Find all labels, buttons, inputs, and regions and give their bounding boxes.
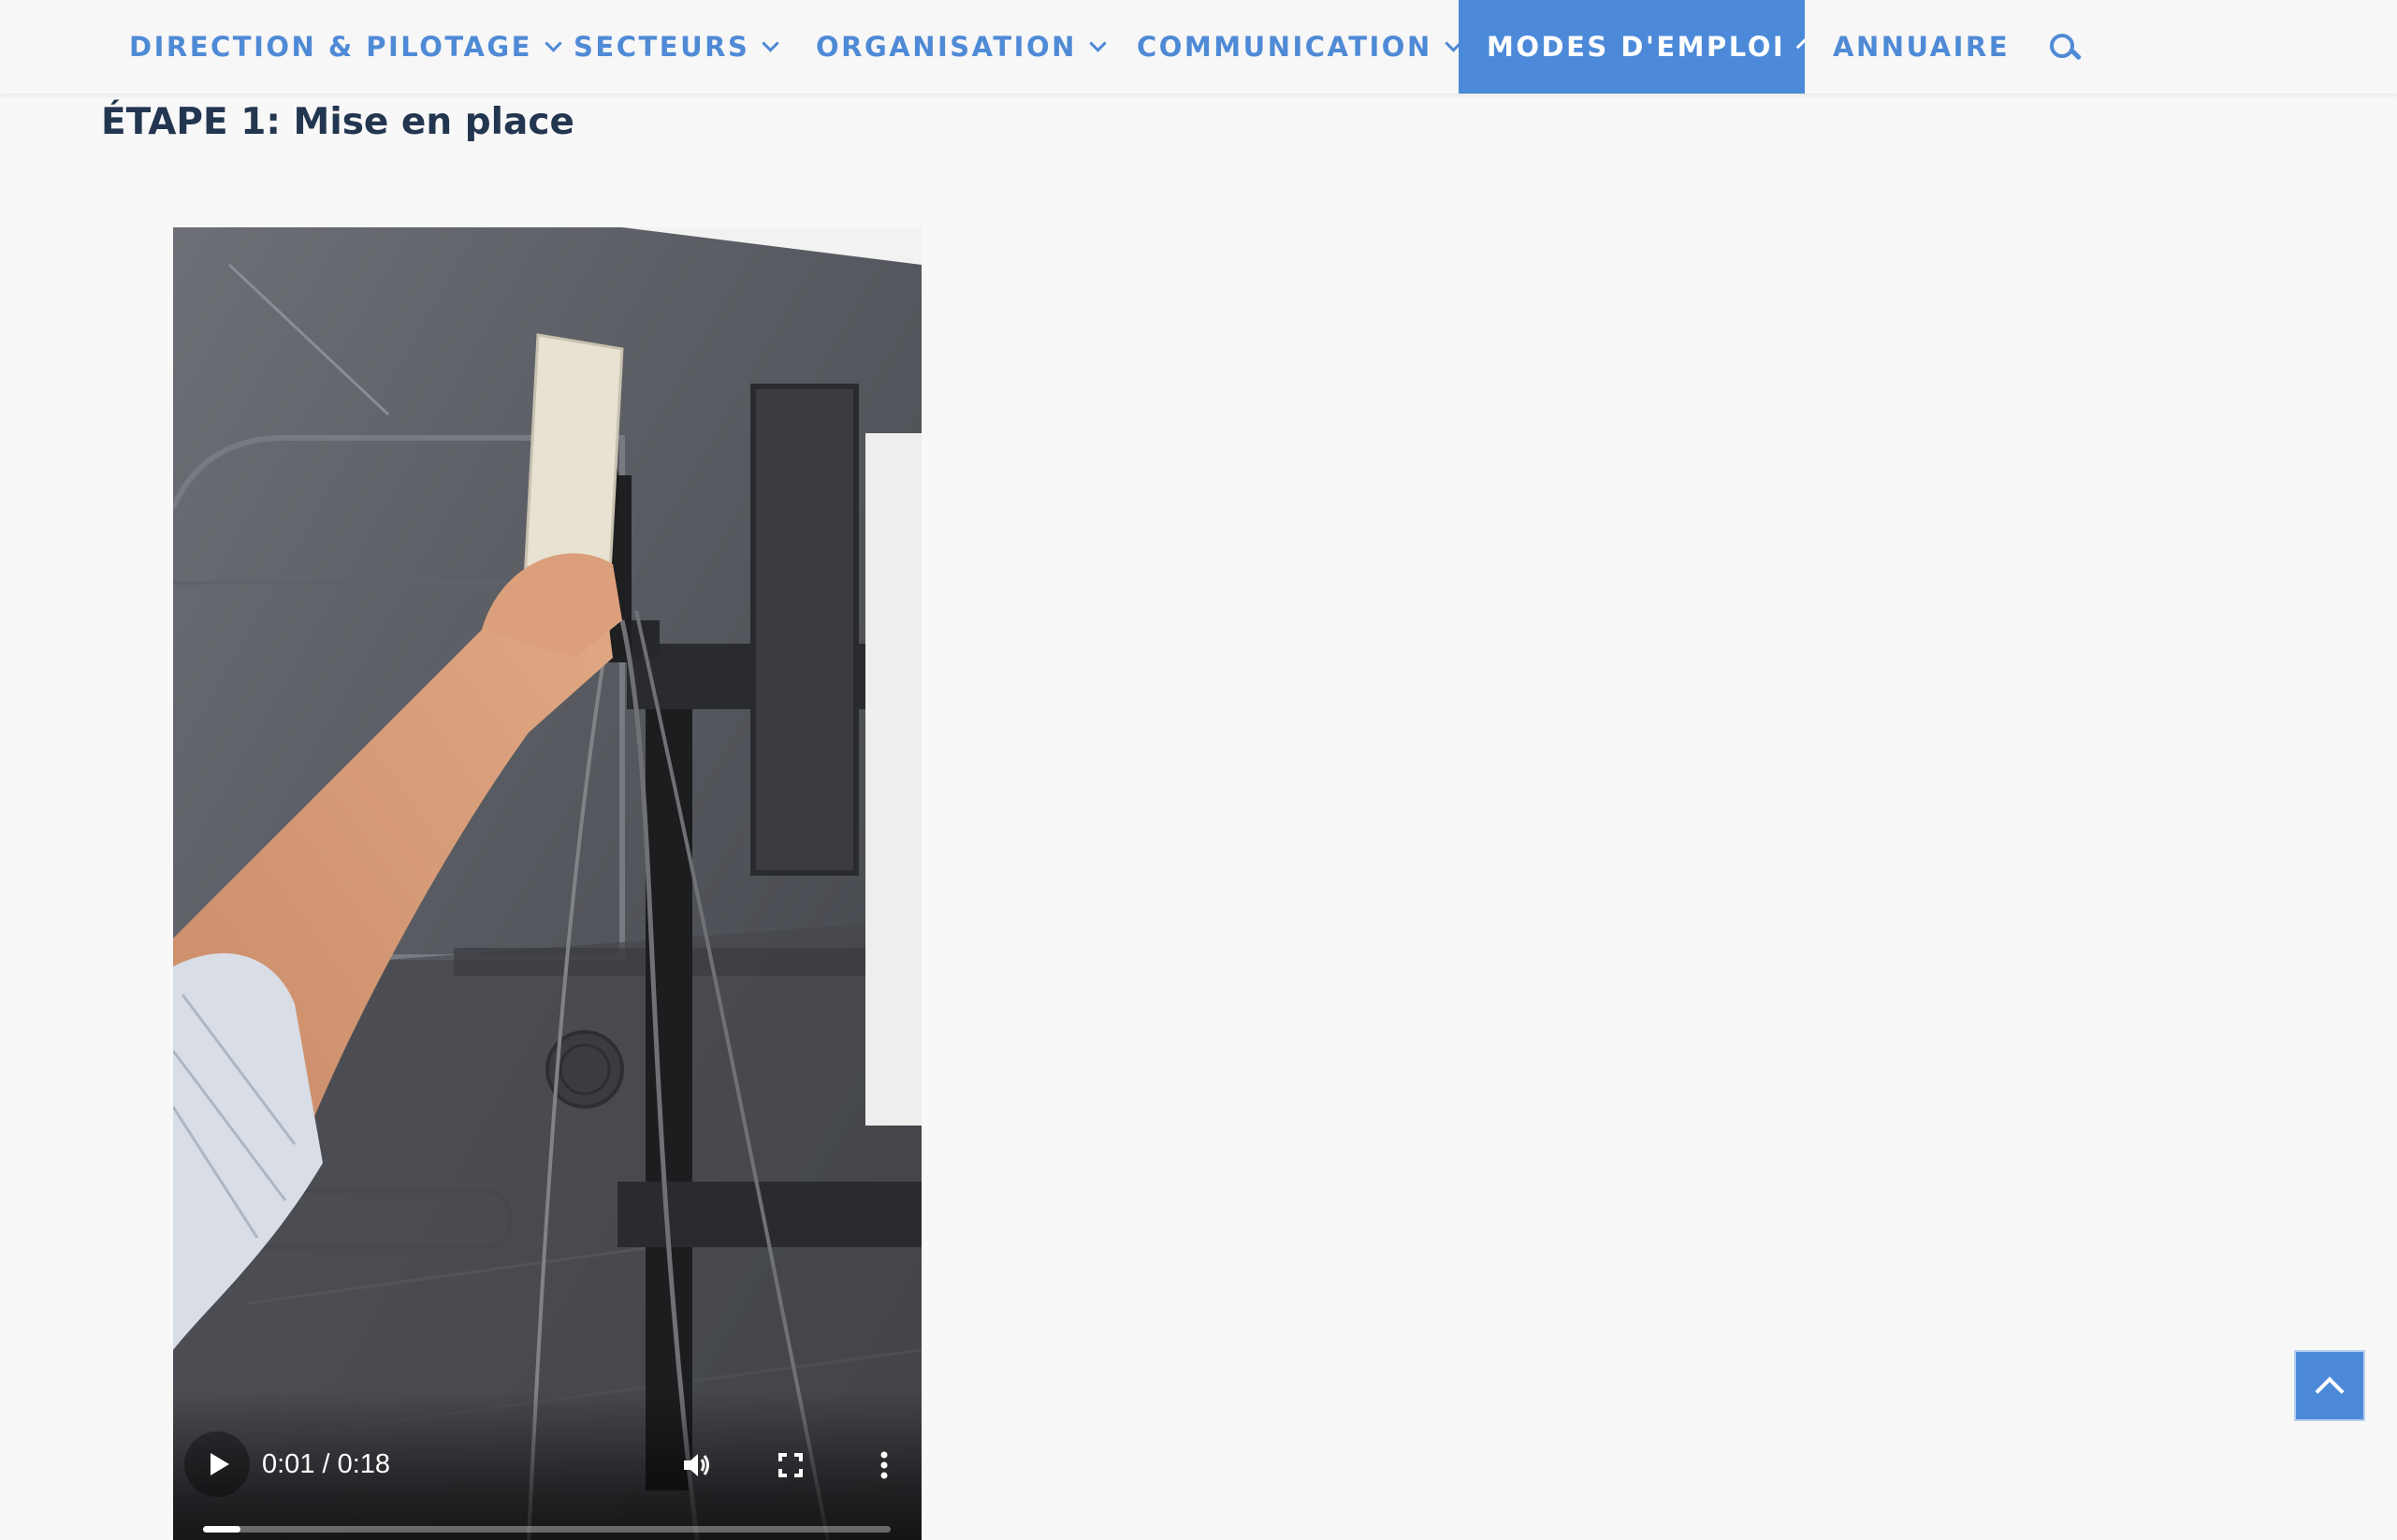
video-time-display: 0:01 / 0:18 [262, 1449, 391, 1479]
nav-item-label: COMMUNICATION [1137, 31, 1432, 63]
search-button[interactable] [2045, 0, 2083, 94]
chevron-down-icon [762, 34, 780, 52]
video-progress-fill [203, 1526, 241, 1533]
main-navigation: DIRECTION & PILOTAGE SECTEURS ORGANISATI… [0, 0, 2397, 94]
video-controls: 0:01 / 0:18 [173, 1390, 922, 1540]
chevron-down-icon [1089, 34, 1107, 52]
nav-item-communication[interactable]: COMMUNICATION [1109, 0, 1488, 94]
nav-item-secteurs[interactable]: SECTEURS [545, 0, 805, 94]
volume-icon[interactable] [678, 1446, 716, 1484]
nav-item-label: SECTEURS [574, 31, 750, 63]
search-icon-handle [2070, 49, 2083, 61]
fullscreen-icon[interactable] [772, 1446, 809, 1484]
nav-item-annuaire[interactable]: ANNUAIRE [1805, 0, 2038, 94]
nav-item-label: ANNUAIRE [1833, 31, 2011, 63]
nav-item-organisation[interactable]: ORGANISATION [788, 0, 1132, 94]
step-heading: ÉTAPE 1: Mise en place [101, 101, 574, 143]
nav-item-modes-d-emploi[interactable]: MODES D'EMPLOI [1459, 0, 1808, 94]
video-frame [173, 227, 922, 1540]
nav-item-label: DIRECTION & PILOTAGE [129, 31, 532, 63]
back-to-top-button[interactable] [2294, 1350, 2365, 1421]
nav-item-label: MODES D'EMPLOI [1487, 31, 1786, 63]
search-icon [2050, 34, 2074, 58]
more-options-icon[interactable] [865, 1446, 903, 1484]
video-progress-bar[interactable] [203, 1526, 891, 1533]
nav-item-direction-pilotage[interactable]: DIRECTION & PILOTAGE [101, 0, 588, 94]
video-player[interactable]: 0:01 / 0:18 [173, 227, 922, 1540]
play-icon [211, 1453, 229, 1475]
play-button[interactable] [184, 1431, 250, 1497]
nav-item-label: ORGANISATION [816, 31, 1077, 63]
chevron-up-icon [2315, 1376, 2345, 1406]
